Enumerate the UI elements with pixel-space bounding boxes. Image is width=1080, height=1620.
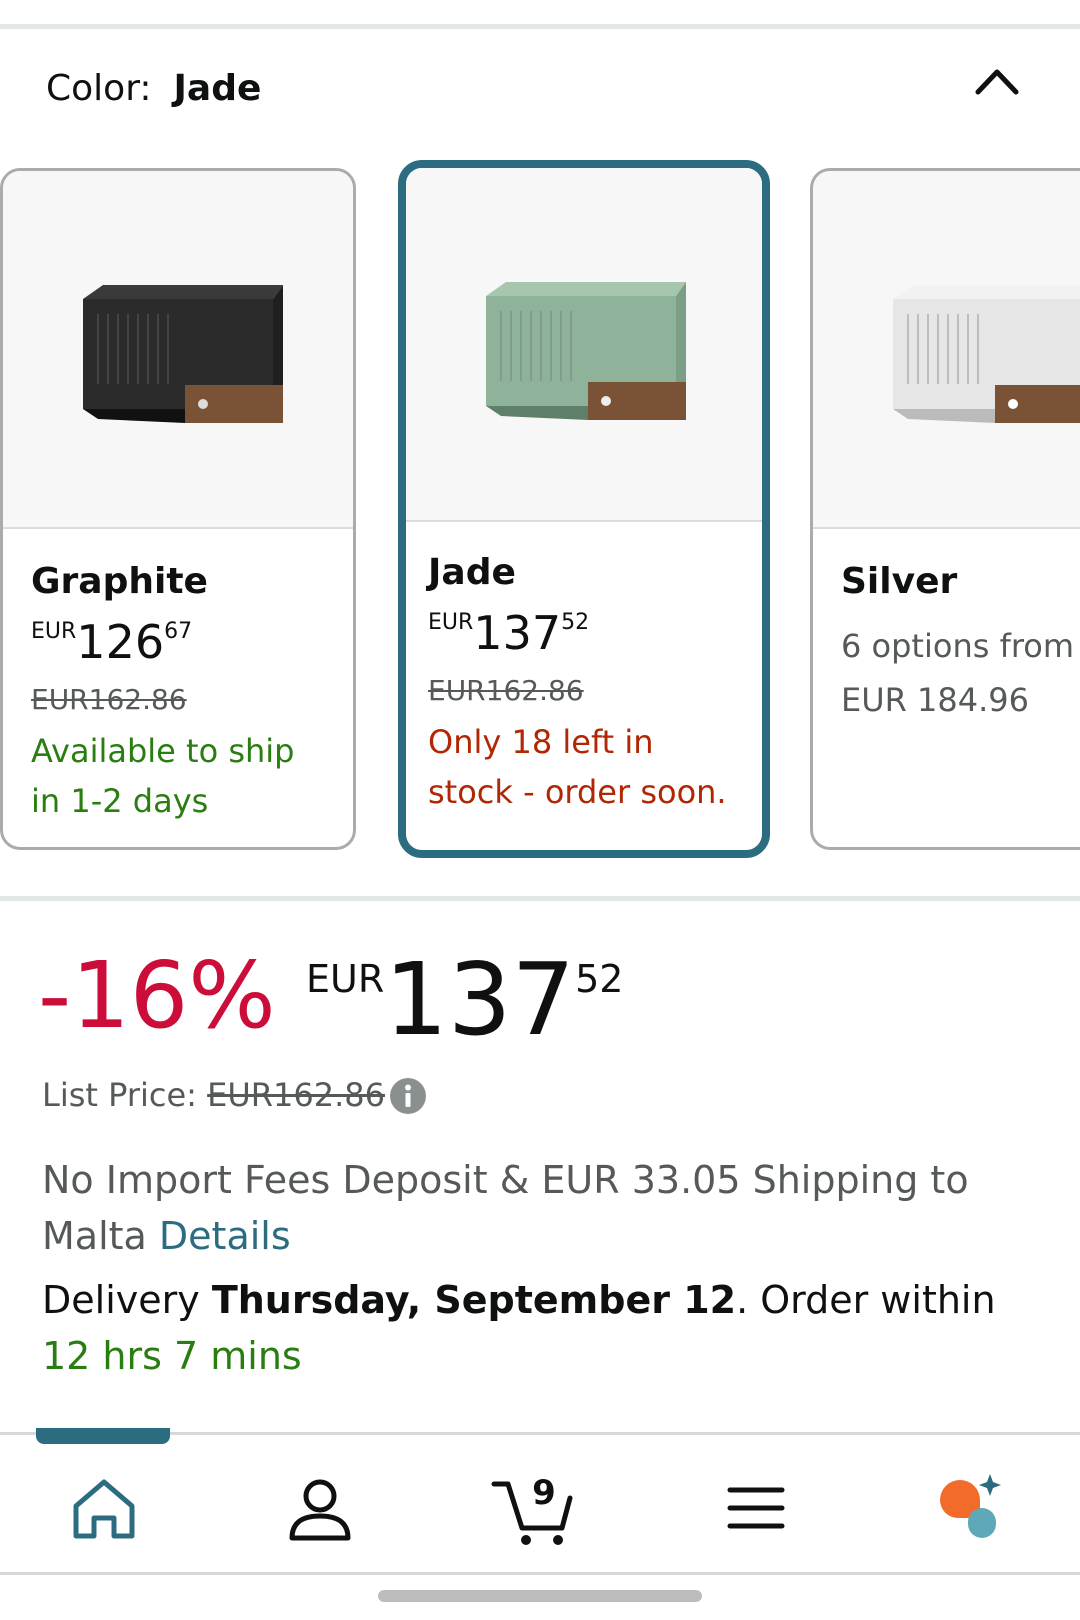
availability-text: Available to ship in 1-2 days — [31, 732, 295, 820]
color-option-silver[interactable]: Silver 6 options from EUR 184.96 — [810, 168, 1080, 850]
delivery-info: Delivery Thursday, September 12. Order w… — [42, 1278, 996, 1378]
product-image-graphite — [3, 171, 353, 529]
bottom-divider — [0, 1572, 1080, 1575]
card-list-price: EUR162.86 — [31, 683, 187, 716]
menu-icon[interactable] — [716, 1468, 796, 1548]
card-name: Silver — [841, 561, 958, 602]
card-price: EUR13752 — [428, 606, 590, 660]
options-text: 6 options from EUR 184.96 — [841, 627, 1075, 719]
section-divider — [0, 896, 1080, 901]
selected-color: Jade — [173, 68, 262, 109]
color-option-graphite[interactable]: Graphite EUR12667 EUR162.86 Available to… — [0, 168, 356, 850]
card-list-price: EUR162.86 — [428, 674, 584, 707]
discount-percentage: -16% — [38, 942, 276, 1049]
color-option-jade[interactable]: Jade EUR13752 EUR162.86 Only 18 left in s… — [398, 160, 770, 858]
system-home-indicator[interactable] — [378, 1590, 702, 1602]
details-link[interactable]: Details — [159, 1214, 291, 1258]
order-countdown: 12 hrs 7 mins — [42, 1334, 302, 1378]
account-icon[interactable] — [280, 1468, 360, 1548]
list-price: List Price: EUR162.86 — [42, 1076, 385, 1114]
active-tab-indicator — [36, 1428, 170, 1444]
color-variation-header: Color: Jade — [46, 68, 261, 109]
current-price: EUR13752 — [306, 941, 624, 1058]
card-name: Jade — [428, 552, 516, 593]
card-price: EUR12667 — [31, 615, 193, 669]
card-name: Graphite — [31, 561, 208, 602]
shipping-info: No Import Fees Deposit & EUR 33.05 Shipp… — [42, 1158, 969, 1258]
product-image-silver — [813, 171, 1080, 529]
cart-count: 9 — [532, 1473, 556, 1513]
stock-warning-text: Only 18 left in stock - order soon. — [428, 723, 727, 811]
info-icon[interactable] — [388, 1076, 428, 1116]
cart-icon[interactable]: 9 — [488, 1468, 588, 1548]
color-label: Color: — [46, 68, 152, 109]
product-image-jade — [406, 168, 762, 522]
assistant-icon[interactable] — [930, 1468, 1010, 1548]
home-icon[interactable] — [64, 1468, 144, 1548]
delivery-date: Thursday, September 12 — [211, 1278, 737, 1322]
chevron-up-icon[interactable] — [972, 62, 1022, 102]
top-divider — [0, 24, 1080, 29]
